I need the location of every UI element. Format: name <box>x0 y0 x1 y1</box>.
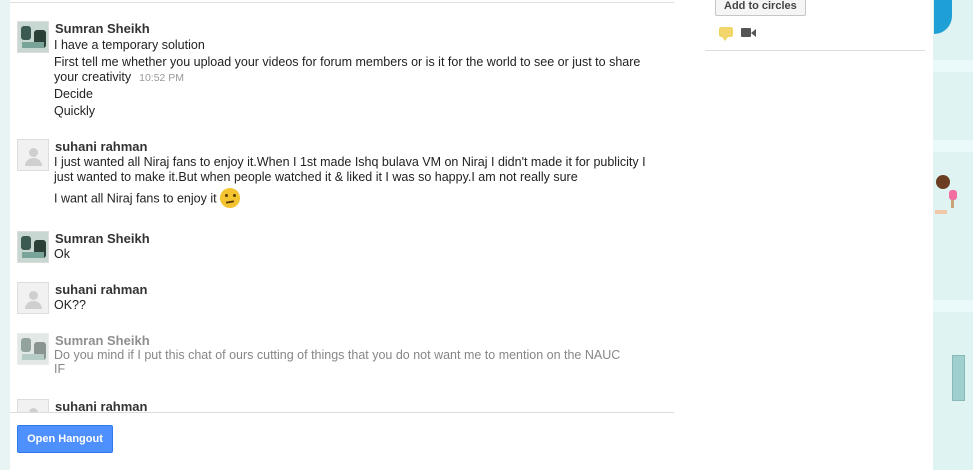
avatar[interactable] <box>17 21 49 53</box>
chat-log[interactable]: Sumran Sheikh I have a temporary solutio… <box>10 0 675 412</box>
divider <box>705 50 925 51</box>
sender-name: suhani rahman <box>55 139 148 154</box>
message-text: just wanted to make it.But when people w… <box>54 170 578 184</box>
background-stripe <box>933 60 973 72</box>
message-text-part: your creativity <box>54 70 132 84</box>
avatar[interactable] <box>17 333 49 365</box>
message-text: Ok <box>54 247 70 261</box>
background-left <box>0 0 10 470</box>
confused-emoji-icon <box>219 188 240 208</box>
message-text-part: I want all Niraj fans to enjoy it <box>54 191 217 206</box>
scrollbar-thumb[interactable] <box>952 355 965 401</box>
open-hangout-button[interactable]: Open Hangout <box>17 425 113 453</box>
message-text: OK?? <box>54 298 86 312</box>
divider <box>10 412 674 413</box>
message-text: Do you mind if I put this chat of ours c… <box>54 348 621 362</box>
message-text: I just wanted all Niraj fans to enjoy it… <box>54 155 646 169</box>
add-to-circles-button[interactable]: Add to circles <box>715 0 806 16</box>
background-stripe <box>933 140 973 152</box>
sender-name: Sumran Sheikh <box>55 231 150 246</box>
message-text: Quickly <box>54 104 95 118</box>
timestamp: 10:52 PM <box>139 72 185 84</box>
background-stripe <box>933 300 973 312</box>
sender-name: suhani rahman <box>55 399 148 412</box>
avatar[interactable] <box>17 231 49 263</box>
avatar[interactable] <box>17 139 49 171</box>
message-text: Decide <box>54 87 93 101</box>
message-text: I have a temporary solution <box>54 38 205 52</box>
sender-name: suhani rahman <box>55 282 148 297</box>
message-text: First tell me whether you upload your vi… <box>54 55 641 69</box>
hangout-panel: Sumran Sheikh I have a temporary solutio… <box>10 0 933 470</box>
sender-name: Sumran Sheikh <box>55 21 150 36</box>
video-camera-icon[interactable] <box>741 28 756 37</box>
message-text: I want all Niraj fans to enjoy it <box>54 188 240 209</box>
chat-bubble-icon[interactable] <box>719 27 733 41</box>
sender-name: Sumran Sheikh <box>55 333 150 348</box>
background-illustration <box>935 175 957 214</box>
message-text: IF <box>54 362 66 376</box>
divider <box>10 2 674 3</box>
avatar[interactable] <box>17 282 49 314</box>
avatar[interactable] <box>17 399 49 412</box>
message-text: your creativity 10:52 PM <box>54 70 184 84</box>
